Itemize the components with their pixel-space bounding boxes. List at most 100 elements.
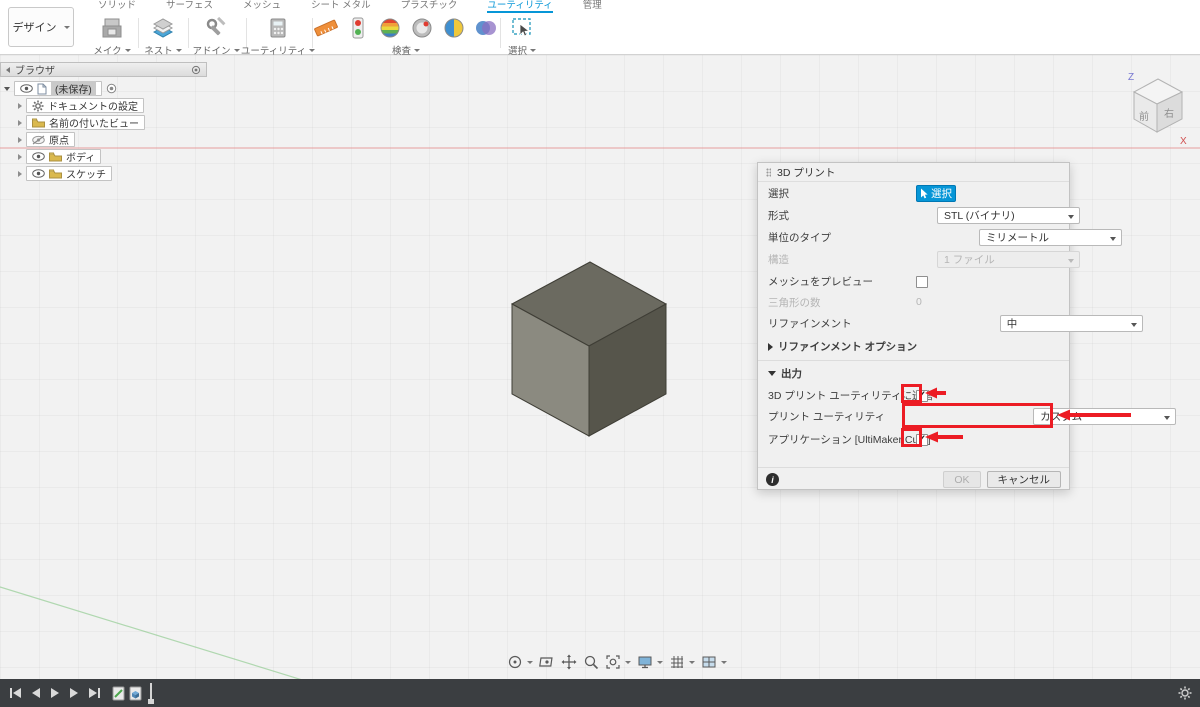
group-select-label[interactable]: 選択 xyxy=(508,43,536,57)
toolbar-divider xyxy=(312,18,313,48)
visibility-eye-icon[interactable] xyxy=(32,152,45,161)
structure-select: 1 ファイル xyxy=(937,251,1080,268)
step-back-button[interactable] xyxy=(32,688,40,698)
browser-item-sketches[interactable]: スケッチ xyxy=(18,166,112,181)
pan-control[interactable] xyxy=(561,654,577,670)
body-feature-icon[interactable] xyxy=(129,685,142,701)
tab-sheet-metal[interactable]: シート メタル xyxy=(311,0,371,13)
browser-header[interactable]: ブラウザ xyxy=(0,62,207,77)
expand-arrow-icon[interactable] xyxy=(4,86,10,91)
browser-item-document-settings[interactable]: ドキュメントの設定 xyxy=(18,98,144,113)
playback-controls xyxy=(10,688,100,698)
draft-analysis-icon[interactable] xyxy=(410,16,434,40)
document-name[interactable]: (未保存) xyxy=(51,81,96,96)
active-document-radio-icon[interactable] xyxy=(106,83,117,94)
selection-button[interactable]: 選択 xyxy=(916,185,956,202)
browser-item-bodies[interactable]: ボディ xyxy=(18,149,102,164)
refinement-options-row[interactable]: リファインメント オプション xyxy=(768,338,1057,355)
accessibility-analysis-icon[interactable] xyxy=(474,16,498,40)
format-select[interactable]: STL (バイナリ) xyxy=(937,207,1080,224)
fit-icon[interactable] xyxy=(605,654,621,670)
look-at-control[interactable] xyxy=(539,654,555,670)
measure-ruler-icon[interactable] xyxy=(314,16,338,40)
group-utility-label[interactable]: ユーティリティ xyxy=(241,43,316,57)
expanded-section-icon[interactable] xyxy=(768,371,776,376)
output-section-row[interactable]: 出力 xyxy=(768,365,1057,382)
zoom-control[interactable] xyxy=(583,654,599,670)
group-nest-label[interactable]: ネスト xyxy=(144,43,182,57)
skip-to-start-button[interactable] xyxy=(10,688,21,698)
group-nest: ネスト xyxy=(140,14,186,57)
select-icon[interactable] xyxy=(510,16,534,40)
group-select: 選択 xyxy=(502,14,542,57)
zoom-icon[interactable] xyxy=(583,654,599,670)
collapsed-section-icon[interactable] xyxy=(768,342,773,351)
drag-grip-icon[interactable] xyxy=(766,167,771,177)
display-settings-icon[interactable] xyxy=(637,654,653,670)
triangle-count-value: 0 xyxy=(916,296,922,308)
tab-surface[interactable]: サーフェス xyxy=(166,0,213,13)
expand-arrow-icon[interactable] xyxy=(18,119,22,126)
send-to-print-utility-checkbox[interactable]: ✓ xyxy=(916,390,928,402)
viewports-control[interactable] xyxy=(701,654,727,670)
refinement-row: リファインメント 中 xyxy=(768,315,1143,332)
step-forward-button[interactable] xyxy=(70,688,78,698)
tab-mesh[interactable]: メッシュ xyxy=(243,0,281,13)
look-at-icon[interactable] xyxy=(539,654,555,670)
visibility-off-icon[interactable] xyxy=(32,135,45,145)
info-icon[interactable]: i xyxy=(766,473,779,486)
play-button[interactable] xyxy=(51,688,59,698)
timeline-settings-gear-icon[interactable] xyxy=(1178,686,1192,700)
viewcube[interactable]: Z 前 右 X xyxy=(1120,66,1196,146)
design-menu-button[interactable]: デザイン xyxy=(8,7,74,47)
refinement-select[interactable]: 中 xyxy=(999,315,1143,332)
print-utility-select[interactable]: カスタム xyxy=(1033,408,1177,425)
application-checkbox[interactable]: ✓ xyxy=(916,434,928,446)
curvature-map-icon[interactable] xyxy=(442,16,466,40)
ok-button[interactable]: OK xyxy=(943,471,981,488)
cancel-button[interactable]: キャンセル xyxy=(986,471,1061,488)
addins-tools-icon[interactable] xyxy=(204,16,228,40)
timeline-playhead[interactable] xyxy=(148,683,154,704)
preview-mesh-checkbox[interactable] xyxy=(916,276,928,288)
group-make-label[interactable]: メイク xyxy=(93,43,131,57)
unit-type-select[interactable]: ミリメートル xyxy=(979,229,1122,246)
skip-to-end-button[interactable] xyxy=(89,688,100,698)
visibility-eye-icon[interactable] xyxy=(32,169,45,178)
display-settings-control[interactable] xyxy=(637,654,663,670)
expand-arrow-icon[interactable] xyxy=(18,136,22,143)
browser-item-origin[interactable]: 原点 xyxy=(18,132,75,147)
collapse-panel-icon[interactable] xyxy=(6,66,10,73)
group-addins-label[interactable]: アドイン xyxy=(192,43,240,57)
group-inspect-label[interactable]: 検査 xyxy=(392,43,420,57)
expand-arrow-icon[interactable] xyxy=(18,102,22,109)
make-3d-print-icon[interactable] xyxy=(100,16,124,40)
browser-item-label: ボディ xyxy=(66,153,96,164)
browser-root-row[interactable]: (未保存) xyxy=(4,81,117,96)
tab-manage[interactable]: 管理 xyxy=(583,0,602,13)
pan-icon[interactable] xyxy=(561,654,577,670)
interference-traffic-light-icon[interactable] xyxy=(346,16,370,40)
orbit-icon[interactable] xyxy=(507,654,523,670)
tab-utilities[interactable]: ユーティリティ xyxy=(487,0,553,13)
format-row: 形式 STL (バイナリ) xyxy=(768,207,1080,224)
dialog-header[interactable]: 3D プリント xyxy=(758,163,1069,182)
tab-solid[interactable]: ソリッド xyxy=(98,0,136,13)
viewports-icon[interactable] xyxy=(701,654,717,670)
calculator-icon[interactable] xyxy=(266,16,290,40)
expand-arrow-icon[interactable] xyxy=(18,153,22,160)
chevron-down-icon xyxy=(625,660,631,664)
zebra-analysis-icon[interactable] xyxy=(378,16,402,40)
browser-item-label: スケッチ xyxy=(66,170,106,181)
grid-icon[interactable] xyxy=(669,654,685,670)
fit-control[interactable] xyxy=(605,654,631,670)
orbit-control[interactable] xyxy=(507,654,533,670)
grid-settings-control[interactable] xyxy=(669,654,695,670)
browser-item-named-views[interactable]: 名前の付いたビュー xyxy=(18,115,145,130)
display-mode-icon[interactable] xyxy=(191,65,201,75)
visibility-eye-icon[interactable] xyxy=(20,84,33,93)
nest-icon[interactable] xyxy=(151,16,175,40)
expand-arrow-icon[interactable] xyxy=(18,170,22,177)
sketch-feature-icon[interactable] xyxy=(112,685,125,701)
tab-plastic[interactable]: プラスチック xyxy=(401,0,458,13)
